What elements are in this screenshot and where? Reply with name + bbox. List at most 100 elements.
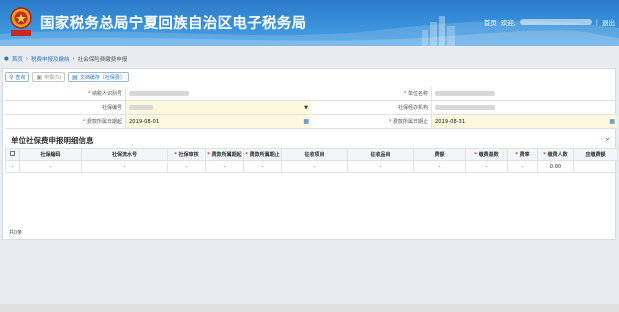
- period-start-label: 费款所属日期起: [86, 119, 122, 125]
- calendar-icon[interactable]: ▦: [303, 118, 309, 125]
- social-security-no-select[interactable]: ▼: [125, 101, 311, 114]
- header-label: 费款所属期起: [211, 152, 242, 158]
- calendar-icon[interactable]: ▦: [609, 118, 615, 125]
- select-all-checkbox[interactable]: [10, 151, 15, 156]
- unit-name-label: 单位名称: [407, 91, 428, 97]
- table-cell: 0.00: [537, 160, 574, 173]
- required-mark: *: [515, 152, 518, 158]
- agency-cell: 社保经办机构: [311, 101, 617, 114]
- header-label: 缴费基数: [478, 152, 499, 158]
- table-header: 应缴费额: [573, 148, 618, 161]
- breadcrumb: ● 首页 › 税费申报及缴纳 › 社会保险费缴费申报: [0, 52, 619, 66]
- table-cell: -: [81, 160, 168, 173]
- masked-value: [435, 91, 495, 96]
- header-label: 征收品目: [370, 152, 391, 158]
- header-label: 征收项目: [304, 152, 325, 158]
- required-mark: *: [174, 152, 177, 158]
- unit-name-cell: * 单位名称: [311, 87, 617, 100]
- table-row[interactable]: - - - - - - - - - - - 0.00: [5, 160, 618, 173]
- table-cell: -: [507, 160, 538, 173]
- printer-icon: ▤: [72, 73, 78, 81]
- table-cell: -: [243, 160, 282, 173]
- masked-username: [519, 19, 592, 25]
- unit-name-field: [431, 87, 617, 100]
- required-mark: *: [82, 119, 86, 125]
- app-header: 国家税务总局宁夏回族自治区电子税务局 首页 欢迎, | 退出: [0, 0, 619, 46]
- form-row: * 纳税人识别号 * 单位名称: [5, 87, 617, 101]
- breadcrumb-separator: ›: [72, 56, 75, 62]
- print-button-label: 文档缓存（社保费）: [79, 74, 125, 81]
- table-cell: -: [19, 160, 82, 173]
- main-panel: ⚲ 查询 ▣ 申报(S) ▤ 文档缓存（社保费） * 纳税人识别号 * 单位名称…: [2, 68, 618, 240]
- table-cell: -: [281, 160, 348, 173]
- header-user-area: 首页 欢迎, | 退出: [484, 16, 615, 28]
- home-link[interactable]: 首页: [484, 17, 497, 27]
- table-header: 征收项目: [281, 148, 348, 161]
- table-cell: -: [413, 160, 466, 173]
- table-header: 社保流水号: [81, 148, 168, 161]
- required-mark: *: [474, 152, 477, 158]
- header-label: 社保编码: [40, 152, 61, 158]
- table-header: * 社保审核: [167, 148, 206, 161]
- taxpayer-id-label: 纳税人识别号: [91, 91, 122, 97]
- required-mark: *: [207, 152, 210, 158]
- section-title: 单位社保费申报明细信息: [11, 136, 94, 145]
- header-label: 社保审核: [178, 152, 199, 158]
- header-label: 缴费人数: [547, 152, 568, 158]
- agency-label: 社保经办机构: [397, 105, 428, 111]
- taxpayer-id-field: [125, 87, 311, 100]
- table-header: 费额: [413, 148, 466, 161]
- header-label: 费率: [519, 152, 530, 158]
- header-label: 社保流水号: [111, 152, 137, 158]
- chevron-down-icon[interactable]: ⌄: [604, 133, 611, 142]
- select-all-checkbox-cell[interactable]: [5, 148, 20, 161]
- taxpayer-id-cell: * 纳税人识别号: [5, 87, 311, 100]
- table-cell: -: [167, 160, 206, 173]
- period-end-cell: * 费款所属日期止 2019-08-31 ▦: [311, 115, 617, 128]
- header-label: 费款所属期止: [249, 152, 280, 158]
- table-header: * 缴费人数: [537, 148, 574, 161]
- period-start-value: 2019-08-01: [129, 118, 160, 125]
- breadcrumb-parent[interactable]: 税费申报及缴纳: [31, 55, 70, 63]
- toolbar: ⚲ 查询 ▣ 申报(S) ▤ 文档缓存（社保费）: [5, 72, 129, 82]
- table-header: * 费率: [507, 148, 538, 161]
- form-row: * 费款所属日期起 2019-08-01 ▦ * 费款所属日期止 2019-08-…: [5, 115, 617, 129]
- submit-button[interactable]: ▣ 申报(S): [32, 72, 66, 82]
- record-count: 共0条: [9, 230, 23, 236]
- table-cell: -: [465, 160, 508, 173]
- table-cell: [573, 160, 618, 173]
- header-label: 应缴费额: [585, 152, 606, 158]
- breadcrumb-current: 社会保险费缴费申报: [77, 57, 128, 63]
- page-footer-strip: [0, 304, 619, 312]
- masked-value: [129, 91, 189, 96]
- agency-field: [431, 101, 617, 114]
- breadcrumb-separator: ›: [25, 56, 29, 62]
- table-cell: -: [347, 160, 414, 173]
- header-label: 费额: [434, 152, 445, 158]
- table-cell: -: [205, 160, 244, 173]
- table-header: 社保编码: [19, 148, 82, 161]
- detail-table: 社保编码 社保流水号 * 社保审核 * 费款所属期起 * 费款所属期止 征收项目…: [5, 148, 618, 173]
- period-end-input[interactable]: 2019-08-31 ▦: [431, 115, 617, 128]
- table-header: * 缴费基数: [465, 148, 508, 161]
- print-button[interactable]: ▤ 文档缓存（社保费）: [68, 72, 129, 82]
- period-end-value: 2019-08-31: [435, 118, 466, 125]
- period-start-cell: * 费款所属日期起 2019-08-01 ▦: [5, 115, 311, 128]
- required-mark: *: [388, 119, 392, 125]
- divider: |: [595, 18, 598, 26]
- dropdown-arrow-icon: ▼: [304, 104, 308, 111]
- required-mark: *: [403, 91, 407, 97]
- table-cell: -: [5, 160, 20, 173]
- query-button-label: 查询: [15, 74, 26, 81]
- period-start-input[interactable]: 2019-08-01 ▦: [125, 115, 311, 128]
- masked-value: [435, 105, 495, 110]
- site-title: 国家税务总局宁夏回族自治区电子税务局: [40, 16, 307, 32]
- search-icon: ⚲: [9, 73, 14, 81]
- breadcrumb-home[interactable]: 首页: [12, 55, 23, 63]
- table-header: * 费款所属期起: [205, 148, 244, 161]
- required-mark: *: [543, 152, 546, 158]
- logout-link[interactable]: 退出: [602, 17, 615, 27]
- query-button[interactable]: ⚲ 查询: [5, 72, 30, 82]
- greeting-text: 欢迎,: [500, 19, 516, 27]
- tax-emblem-icon: [10, 7, 32, 36]
